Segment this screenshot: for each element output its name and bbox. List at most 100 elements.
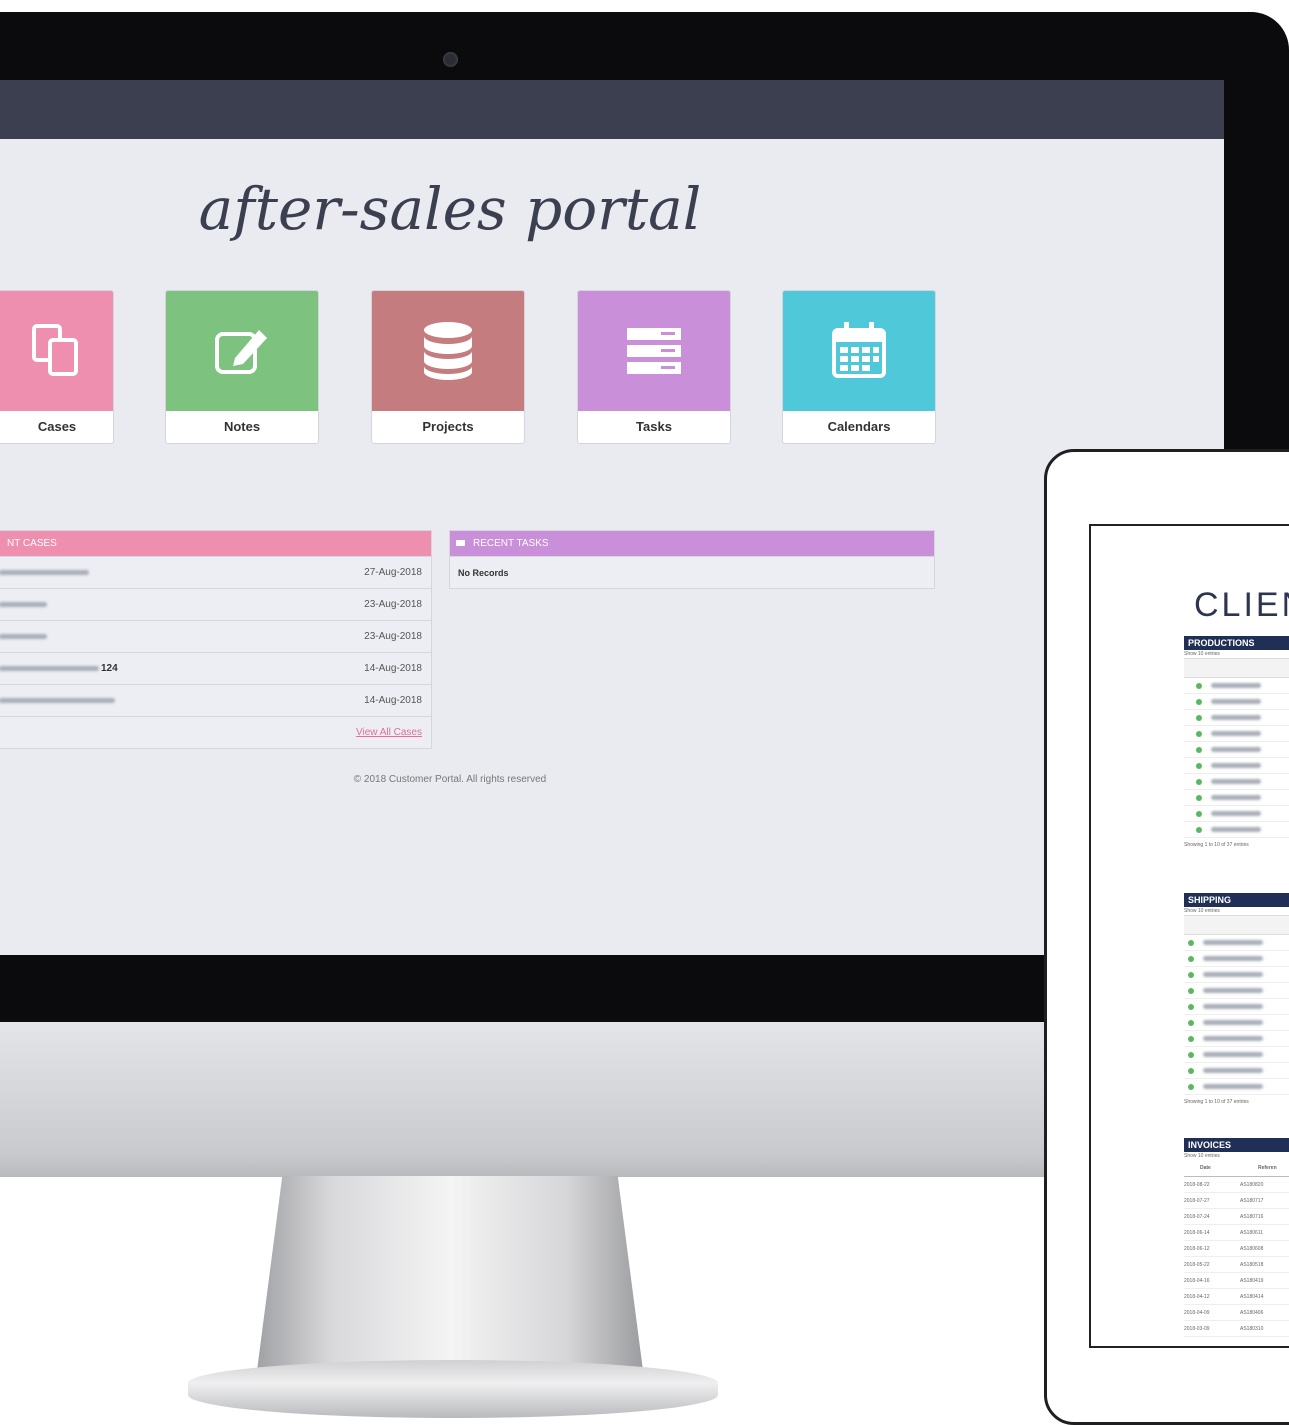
view-all-cases-link[interactable]: View All Cases — [356, 727, 422, 738]
tile-projects[interactable]: Projects — [371, 290, 525, 444]
table-row[interactable] — [1184, 1063, 1289, 1079]
case-number-suffix: 124 — [101, 663, 118, 674]
table-row[interactable]: 2018-08-22 AS180820 — [1184, 1177, 1289, 1193]
status-dot-icon — [1196, 698, 1202, 705]
table-row[interactable]: 14-Aug-2018 — [0, 684, 431, 716]
server-icon — [627, 328, 681, 374]
tile-cases[interactable]: Cases — [0, 290, 114, 444]
entries-info: Showing 1 to 10 of 37 entries — [1184, 1099, 1249, 1105]
section-header: SHIPPING — [1184, 893, 1289, 907]
table-row[interactable] — [1184, 790, 1289, 806]
col-reference[interactable]: Referen — [1258, 1165, 1277, 1171]
status-dot-icon — [1196, 762, 1202, 769]
table-row[interactable]: 2018-06-12 AS180608 — [1184, 1241, 1289, 1257]
table-row[interactable] — [1184, 1079, 1289, 1095]
table-row[interactable] — [1184, 726, 1289, 742]
table-row[interactable] — [1184, 1015, 1289, 1031]
case-date: 23-Aug-2018 — [364, 599, 422, 610]
table-row[interactable]: 2018-06-14 AS180611 — [1184, 1225, 1289, 1241]
status-dot-icon — [1196, 778, 1202, 785]
tablet-page-title: CLIEN — [1194, 586, 1289, 624]
copy-icon — [32, 324, 78, 376]
tile-notes[interactable]: Notes — [165, 290, 319, 444]
table-row[interactable]: 2018-03-09 AS180310 — [1184, 1321, 1289, 1337]
tablet-screen: CLIEN PRODUCTIONS Show 10 entries Showin… — [1089, 524, 1289, 1348]
table-row[interactable]: 27-Aug-2018 — [0, 556, 431, 588]
table-row[interactable]: 2018-04-16 AS180419 — [1184, 1273, 1289, 1289]
status-dot-icon — [1188, 955, 1194, 962]
status-dot-icon — [1188, 1083, 1194, 1090]
list-icon — [456, 540, 465, 547]
table-row[interactable]: 2018-04-12 AS180414 — [1184, 1289, 1289, 1305]
case-date: 23-Aug-2018 — [364, 631, 422, 642]
entries-selector[interactable]: Show 10 entries — [1184, 907, 1289, 915]
section-header: PRODUCTIONS — [1184, 636, 1289, 650]
table-row[interactable]: 2018-07-24 AS180716 — [1184, 1209, 1289, 1225]
recent-tasks-panel: RECENT TASKS No Records — [449, 530, 935, 589]
table-row[interactable]: 2018-05-22 AS180518 — [1184, 1257, 1289, 1273]
status-dot-icon — [1196, 810, 1202, 817]
table-row[interactable]: 2018-07-27 AS180717 — [1184, 1193, 1289, 1209]
tile-label: Calendars — [827, 419, 891, 434]
table-header-row: Date Referen — [1184, 1160, 1289, 1177]
portal-title: after-sales portal — [198, 175, 702, 243]
status-dot-icon — [1188, 1067, 1194, 1074]
status-dot-icon — [1188, 1051, 1194, 1058]
status-dot-icon — [1188, 987, 1194, 994]
col-date[interactable]: Date — [1184, 1165, 1258, 1171]
table-row[interactable] — [1184, 758, 1289, 774]
view-all-row: View All Cases — [0, 716, 431, 748]
edit-icon — [215, 330, 267, 374]
table-row[interactable] — [1184, 935, 1289, 951]
table-row[interactable]: 2018-04-09 AS180406 — [1184, 1305, 1289, 1321]
top-navigation-bar — [0, 80, 1224, 139]
status-dot-icon — [1196, 714, 1202, 721]
invoices-section: INVOICES Show 10 entries Date Referen 20… — [1184, 1138, 1289, 1337]
recent-cases-header: NT CASES — [0, 531, 431, 556]
table-row[interactable] — [1184, 822, 1289, 838]
tile-calendars[interactable]: Calendars — [782, 290, 936, 444]
database-icon — [424, 322, 472, 380]
desktop-screen: after-sales portal Cases Notes Projects … — [0, 80, 1224, 955]
search-bar[interactable] — [1184, 658, 1289, 678]
status-dot-icon — [1196, 682, 1202, 689]
entries-selector[interactable]: Show 10 entries — [1184, 1152, 1289, 1160]
status-dot-icon — [1188, 1019, 1194, 1026]
table-row[interactable] — [1184, 742, 1289, 758]
table-row[interactable] — [1184, 678, 1289, 694]
table-row[interactable] — [1184, 983, 1289, 999]
tile-label: Tasks — [636, 419, 672, 434]
status-dot-icon — [1196, 826, 1202, 833]
status-dot-icon — [1196, 794, 1202, 801]
tile-label: Projects — [422, 419, 474, 434]
table-row[interactable]: 124 14-Aug-2018 — [0, 652, 431, 684]
entries-selector[interactable]: Show 10 entries — [1184, 650, 1289, 658]
empty-state: No Records — [450, 556, 934, 588]
table-row[interactable] — [1184, 774, 1289, 790]
calendar-icon — [832, 322, 886, 378]
imac-stand — [255, 1176, 645, 1386]
search-bar[interactable] — [1184, 915, 1289, 935]
table-row[interactable] — [1184, 951, 1289, 967]
shipping-section: SHIPPING Show 10 entries Showing 1 to 10… — [1184, 893, 1289, 1109]
table-row[interactable]: 23-Aug-2018 — [0, 620, 431, 652]
table-row[interactable] — [1184, 694, 1289, 710]
table-row[interactable] — [1184, 1031, 1289, 1047]
table-row[interactable] — [1184, 967, 1289, 983]
status-dot-icon — [1188, 939, 1194, 946]
tile-tasks[interactable]: Tasks — [577, 290, 731, 444]
case-date: 14-Aug-2018 — [364, 663, 422, 674]
footer-copyright: © 2018 Customer Portal. All rights reser… — [353, 774, 547, 785]
status-dot-icon — [1196, 746, 1202, 753]
case-date: 14-Aug-2018 — [364, 695, 422, 706]
table-row[interactable] — [1184, 1047, 1289, 1063]
table-row[interactable]: 23-Aug-2018 — [0, 588, 431, 620]
table-row[interactable] — [1184, 999, 1289, 1015]
table-row[interactable] — [1184, 710, 1289, 726]
imac-foot — [188, 1360, 718, 1418]
status-dot-icon — [1188, 971, 1194, 978]
table-row[interactable] — [1184, 806, 1289, 822]
case-date: 27-Aug-2018 — [364, 567, 422, 578]
status-dot-icon — [1188, 1035, 1194, 1042]
section-header: INVOICES — [1184, 1138, 1289, 1152]
